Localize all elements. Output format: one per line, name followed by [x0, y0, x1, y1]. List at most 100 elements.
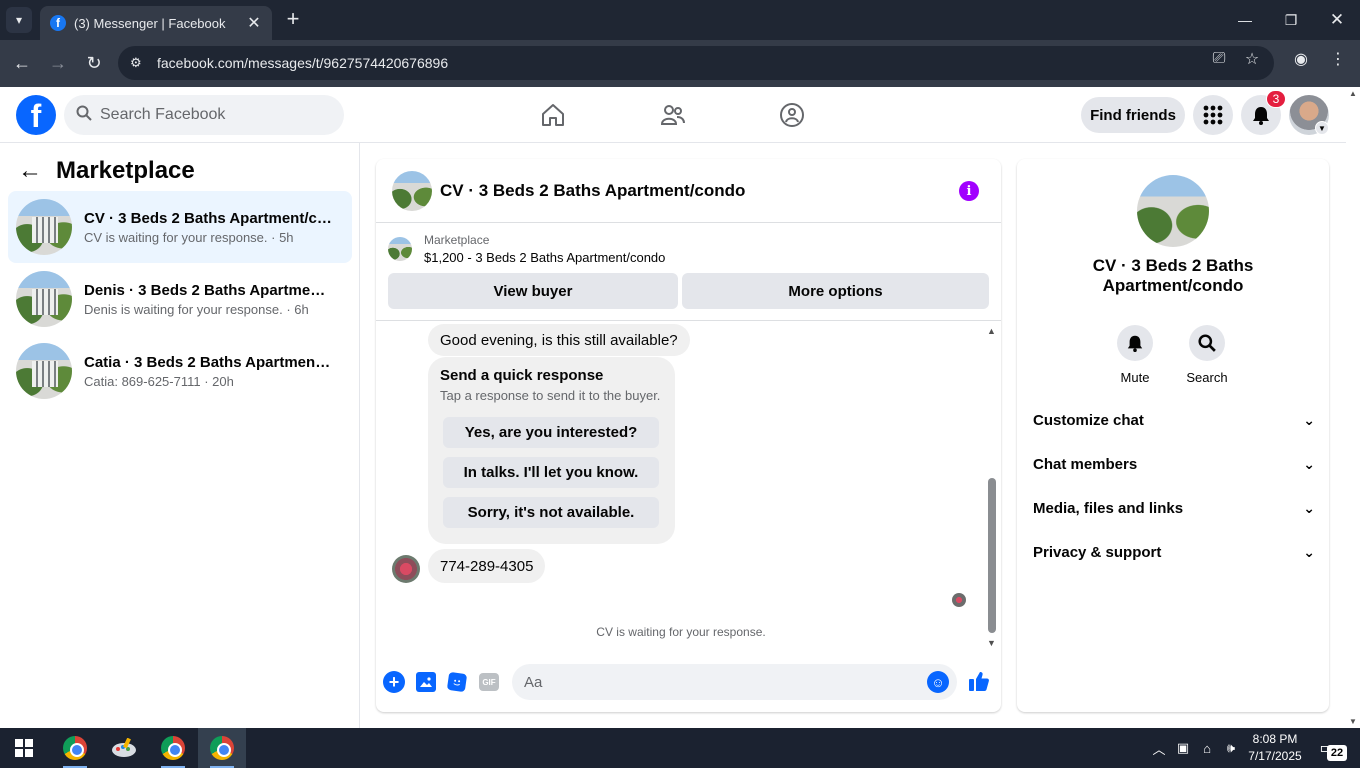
notification-count-badge: 22 [1327, 745, 1347, 761]
search-input[interactable] [100, 106, 320, 124]
facebook-search[interactable] [64, 95, 344, 135]
page-scrollbar[interactable]: ▲ ▼ [1346, 87, 1360, 728]
chrome-taskbar-icon[interactable] [51, 728, 99, 768]
info-icon[interactable]: i [959, 181, 979, 201]
windows-taskbar: ︿ ▣ ⌂ 🕪 8:08 PM 7/17/2025 ▭ 22 [0, 728, 1360, 768]
chevron-down-icon: ⌄ [1303, 411, 1315, 428]
section-label: Chat members [1033, 455, 1138, 473]
sticker-icon[interactable] [446, 671, 468, 693]
quick-response-subtitle: Tap a response to send it to the buyer. [440, 388, 661, 403]
reload-button[interactable]: ↻ [81, 50, 107, 76]
conversation-item[interactable]: Denis · 3 Beds 2 Baths Apartment/... Den… [8, 263, 352, 335]
conversation-name: CV · 3 Beds 2 Baths Apartment/co... [84, 209, 334, 227]
mute-label: Mute [1120, 370, 1150, 385]
tab-title: (3) Messenger | Facebook [74, 15, 226, 31]
facebook-logo-icon[interactable]: f [16, 95, 56, 135]
conversation-name: Catia · 3 Beds 2 Baths Apartment/... [84, 353, 334, 371]
url-text: facebook.com/messages/t/9627574420676896 [157, 55, 449, 71]
address-bar[interactable]: ⚙ facebook.com/messages/t/96275744206768… [118, 46, 1274, 80]
back-arrow-icon[interactable]: ← [18, 157, 46, 185]
scroll-down-icon[interactable]: ▼ [1349, 717, 1357, 726]
chevron-down-icon: ⌄ [1303, 455, 1315, 472]
listing-profile-thumbnail[interactable] [1137, 175, 1209, 247]
windows-start-icon[interactable] [0, 728, 48, 768]
media-files-links-section[interactable]: Media, files and links ⌄ [1033, 490, 1315, 526]
bookmark-star-icon[interactable]: ☆ [1241, 48, 1263, 70]
chevron-down-icon: ⌄ [1303, 543, 1315, 560]
groups-icon[interactable] [775, 99, 809, 131]
conversation-snippet: Catia: 869-625-7111 · 20h [84, 373, 234, 389]
restore-button[interactable]: ❐ [1268, 6, 1314, 34]
scroll-down-icon[interactable]: ▼ [987, 638, 996, 648]
back-button[interactable]: ← [9, 50, 35, 76]
message-input-box[interactable]: ☺ [512, 664, 957, 700]
browser-titlebar: ▾ f (3) Messenger | Facebook ✕ + — ❐ ✕ [0, 0, 1360, 40]
divider [376, 320, 1001, 321]
forward-button[interactable]: → [45, 50, 71, 76]
search-label: Search [1186, 370, 1228, 385]
mute-button[interactable]: Mute [1105, 325, 1165, 385]
view-buyer-button[interactable]: View buyer [388, 273, 678, 309]
scroll-up-icon[interactable]: ▲ [987, 326, 996, 336]
photo-icon[interactable] [416, 672, 436, 692]
meet-icon[interactable]: ▣ [1174, 728, 1192, 768]
thumbs-up-icon[interactable] [967, 669, 991, 693]
chat-title[interactable]: CV · 3 Beds 2 Baths Apartment/condo [440, 181, 745, 201]
seen-receipt-avatar [952, 593, 966, 607]
home-icon[interactable] [536, 99, 570, 131]
conversation-item[interactable]: CV · 3 Beds 2 Baths Apartment/co... CV i… [8, 191, 352, 263]
menu-grid-icon[interactable] [1193, 95, 1233, 135]
search-in-chat-button[interactable]: Search [1177, 325, 1237, 385]
conversation-snippet: CV is waiting for your response. · 5h [84, 229, 294, 245]
browser-tab[interactable]: f (3) Messenger | Facebook ✕ [40, 6, 272, 40]
close-window-button[interactable]: ✕ [1314, 6, 1360, 34]
network-icon[interactable]: ⌂ [1198, 728, 1216, 768]
close-tab-icon[interactable]: ✕ [246, 13, 262, 33]
chat-header-thumbnail[interactable] [392, 170, 432, 211]
find-friends-button[interactable]: Find friends [1081, 97, 1185, 133]
friends-icon[interactable] [656, 99, 690, 131]
scrollbar-thumb[interactable] [988, 478, 996, 633]
listing-small-thumbnail [388, 237, 412, 261]
chat-panel: CV · 3 Beds 2 Baths Apartment/condo i Ma… [376, 159, 1001, 712]
plus-icon[interactable]: + [383, 671, 405, 693]
emoji-icon[interactable]: ☺ [927, 671, 949, 693]
gif-icon[interactable]: GIF [479, 673, 499, 691]
chrome-taskbar-icon[interactable] [149, 728, 197, 768]
listing-summary[interactable]: Marketplace $1,200 - 3 Beds 2 Baths Apar… [388, 233, 665, 265]
scroll-up-icon[interactable]: ▲ [1349, 89, 1357, 98]
chat-members-section[interactable]: Chat members ⌄ [1033, 446, 1315, 482]
browser-menu-icon[interactable]: ⋮ [1327, 48, 1349, 70]
taskbar-clock[interactable]: 8:08 PM 7/17/2025 [1238, 731, 1312, 765]
show-hidden-icons[interactable]: ︿ [1150, 728, 1168, 768]
account-caret-icon[interactable]: ▼ [1315, 121, 1329, 135]
browser-toolbar: ← → ↻ ⚙ facebook.com/messages/t/96275744… [0, 40, 1360, 87]
sender-avatar[interactable] [392, 555, 420, 583]
chrome-taskbar-icon-active[interactable] [198, 728, 246, 768]
install-app-icon[interactable]: ⎚ [1208, 48, 1230, 70]
quick-reply-button[interactable]: In talks. I'll let you know. [443, 457, 659, 488]
profile-icon[interactable]: ◉ [1290, 48, 1312, 70]
privacy-support-section[interactable]: Privacy & support ⌄ [1033, 534, 1315, 570]
quick-reply-button[interactable]: Yes, are you interested? [443, 417, 659, 448]
chat-header: CV · 3 Beds 2 Baths Apartment/condo i [376, 159, 1001, 223]
waiting-status-text: CV is waiting for your response. [596, 625, 766, 639]
chat-scrollbar[interactable]: ▲ ▼ [985, 326, 999, 648]
minimize-button[interactable]: — [1222, 6, 1268, 34]
chevron-down-icon: ⌄ [1303, 499, 1315, 516]
tab-search-button[interactable]: ▾ [6, 7, 32, 33]
search-icon [1189, 325, 1225, 361]
facebook-favicon-icon: f [50, 15, 66, 31]
site-info-icon[interactable]: ⚙ [130, 55, 148, 71]
message-input[interactable] [524, 673, 904, 691]
listing-category: Marketplace [424, 233, 490, 247]
facebook-header: f Find friends [0, 87, 1346, 143]
new-tab-button[interactable]: + [282, 8, 304, 32]
more-options-button[interactable]: More options [682, 273, 989, 309]
conversation-item[interactable]: Catia · 3 Beds 2 Baths Apartment/... Cat… [8, 335, 352, 407]
bell-icon [1117, 325, 1153, 361]
customize-chat-section[interactable]: Customize chat ⌄ [1033, 402, 1315, 438]
quick-reply-button[interactable]: Sorry, it's not available. [443, 497, 659, 528]
paint-app-icon[interactable] [100, 728, 148, 768]
section-label: Customize chat [1033, 411, 1144, 429]
